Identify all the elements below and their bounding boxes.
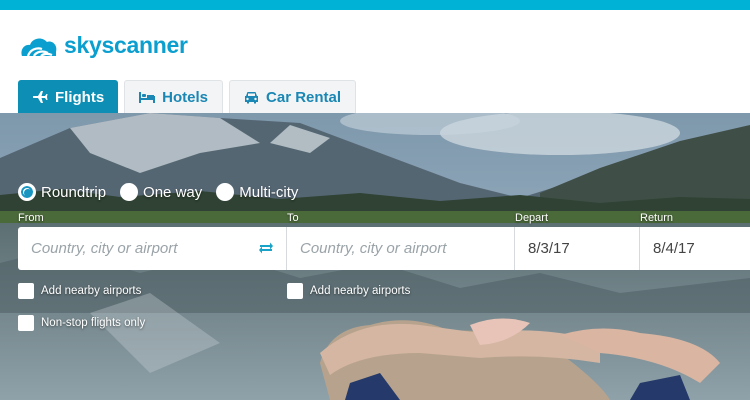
tab-flights[interactable]: Flights bbox=[18, 80, 119, 113]
nearby-airports-from-option[interactable]: Add nearby airports bbox=[18, 283, 141, 299]
from-field bbox=[18, 227, 287, 270]
nearby-airports-from-checkbox[interactable] bbox=[18, 283, 34, 299]
nearby-airports-to-option[interactable]: Add nearby airports bbox=[287, 283, 410, 299]
to-input[interactable] bbox=[287, 227, 514, 270]
non-stop-option[interactable]: Non-stop flights only bbox=[18, 315, 145, 331]
depart-label: Depart bbox=[515, 212, 549, 224]
tab-car-rental[interactable]: Car Rental bbox=[229, 80, 357, 113]
trip-type-selector: Roundtrip One way Multi-city bbox=[18, 183, 312, 201]
roundtrip-label: Roundtrip bbox=[41, 183, 107, 201]
flight-search-form: 8/3/17 8/4/17 bbox=[18, 227, 750, 270]
one-way-option[interactable]: One way bbox=[120, 183, 202, 201]
nearby-airports-from-label: Add nearby airports bbox=[41, 285, 142, 297]
plane-icon bbox=[32, 90, 48, 104]
return-date-value: 8/4/17 bbox=[653, 240, 695, 257]
roundtrip-option[interactable]: Roundtrip bbox=[18, 183, 106, 201]
multi-city-option[interactable]: Multi-city bbox=[216, 183, 298, 201]
multi-city-radio[interactable] bbox=[216, 183, 235, 201]
tab-car-rental-label: Car Rental bbox=[266, 88, 342, 106]
skyscanner-logo[interactable]: skyscanner bbox=[18, 30, 188, 60]
to-field bbox=[287, 227, 515, 270]
car-icon bbox=[244, 91, 259, 104]
one-way-radio[interactable] bbox=[120, 183, 139, 201]
bed-icon bbox=[139, 91, 156, 103]
tab-hotels[interactable]: Hotels bbox=[124, 80, 224, 113]
logo-wordmark: skyscanner bbox=[64, 31, 188, 58]
skyscanner-cloud-icon bbox=[21, 38, 57, 57]
one-way-label: One way bbox=[143, 183, 203, 201]
return-label: Return bbox=[640, 212, 674, 224]
return-field[interactable]: 8/4/17 bbox=[640, 227, 750, 270]
to-label: To bbox=[287, 212, 299, 224]
search-hero: Roundtrip One way Multi-city From To Dep… bbox=[0, 113, 750, 400]
product-tabs: Flights Hotels Car Rental bbox=[18, 80, 362, 113]
roundtrip-radio[interactable] bbox=[18, 183, 36, 201]
top-brand-stripe bbox=[0, 0, 750, 10]
depart-field[interactable]: 8/3/17 bbox=[515, 227, 640, 270]
from-label: From bbox=[18, 212, 44, 224]
multi-city-label: Multi-city bbox=[239, 183, 299, 201]
non-stop-checkbox[interactable] bbox=[18, 315, 34, 331]
nearby-airports-to-label: Add nearby airports bbox=[310, 285, 411, 297]
tab-flights-label: Flights bbox=[55, 88, 105, 106]
non-stop-label: Non-stop flights only bbox=[41, 317, 146, 329]
nearby-airports-to-checkbox[interactable] bbox=[287, 283, 303, 299]
depart-date-value: 8/3/17 bbox=[528, 240, 570, 257]
from-input[interactable] bbox=[18, 227, 286, 270]
site-header: skyscanner Flights Hotels Car Rental bbox=[0, 10, 750, 113]
swap-arrows-icon[interactable] bbox=[258, 241, 274, 260]
tab-hotels-label: Hotels bbox=[162, 88, 209, 106]
